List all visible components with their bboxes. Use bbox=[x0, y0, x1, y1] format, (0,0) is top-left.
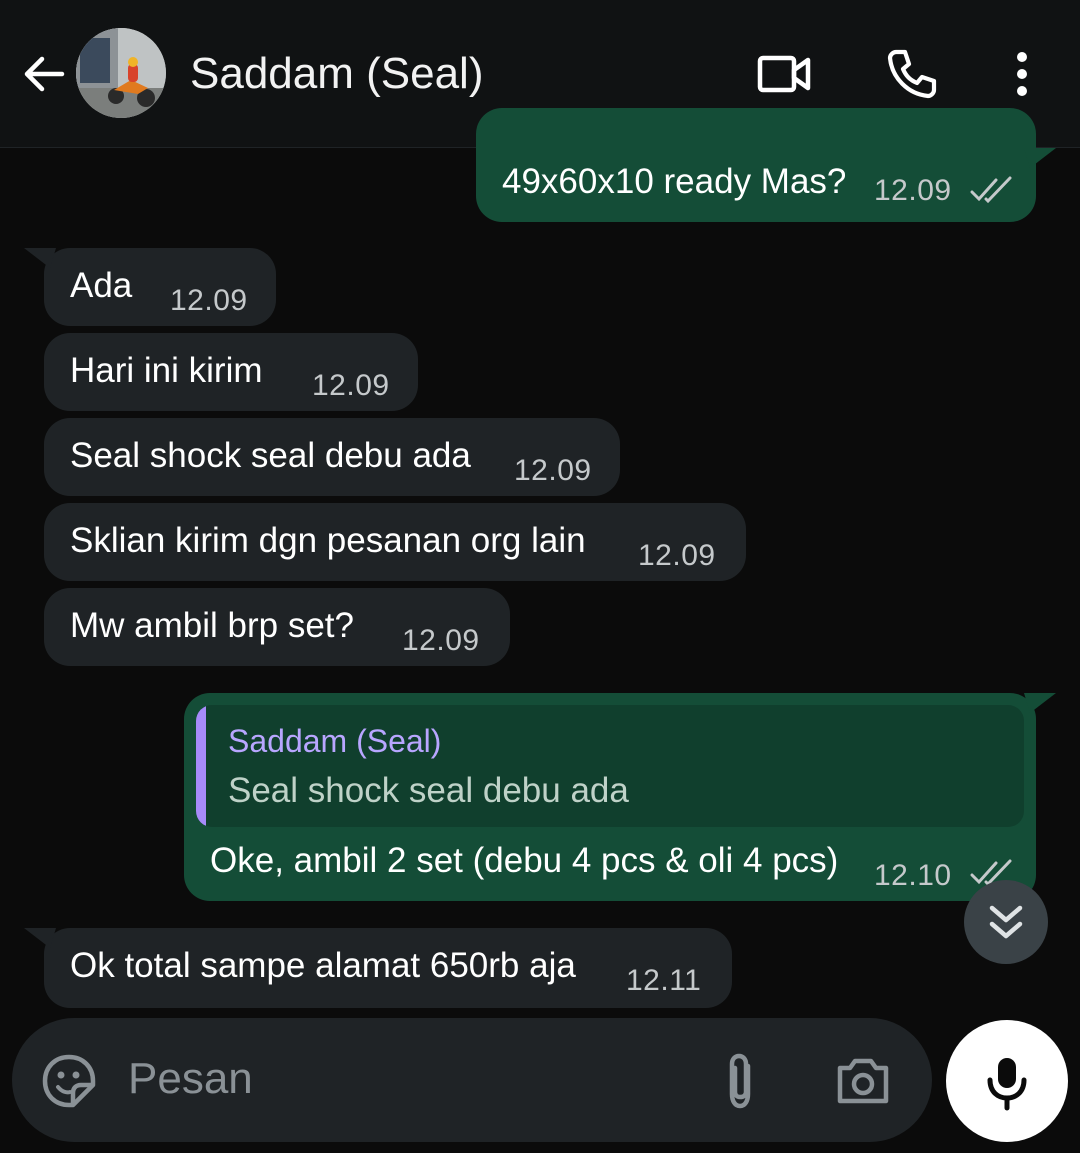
video-call-icon[interactable] bbox=[754, 44, 814, 104]
message-text: 49x60x10 ready Mas? bbox=[502, 162, 847, 201]
message-time: 12.11 bbox=[626, 964, 702, 997]
message-bubble-outgoing-reply[interactable]: Saddam (Seal) Seal shock seal debu ada O… bbox=[184, 693, 1056, 901]
quote-accent-bar bbox=[196, 705, 206, 827]
back-arrow-icon[interactable] bbox=[18, 48, 70, 100]
message-text: Oke, ambil 2 set (debu 4 pcs & oli 4 pcs… bbox=[210, 841, 839, 880]
message-text: Sklian kirim dgn pesanan org lain bbox=[70, 521, 586, 560]
message-bubble-incoming[interactable]: Hari ini kirim 12.09 bbox=[44, 333, 418, 411]
message-time: 12.09 bbox=[874, 174, 952, 207]
message-bubble-incoming[interactable]: Sklian kirim dgn pesanan org lain 12.09 bbox=[44, 503, 746, 581]
message-time: 12.09 bbox=[514, 454, 592, 487]
voice-record-button[interactable] bbox=[946, 1020, 1068, 1142]
message-time: 12.09 bbox=[312, 369, 390, 402]
message-time: 12.09 bbox=[402, 624, 480, 657]
message-bubble-incoming[interactable]: Ok total sampe alamat 650rb aja 12.11 bbox=[24, 928, 732, 1008]
message-list[interactable]: 49x60x10 ready Mas? 12.09 Ada 12.09 Hari… bbox=[0, 108, 1080, 1018]
message-text: Seal shock seal debu ada bbox=[70, 436, 471, 475]
message-time: 12.09 bbox=[170, 284, 248, 317]
scroll-to-bottom-button[interactable] bbox=[964, 880, 1048, 964]
mic-icon bbox=[987, 1058, 1027, 1111]
double-check-icon bbox=[970, 176, 1012, 204]
camera-icon[interactable] bbox=[834, 1052, 892, 1108]
message-bubble-incoming[interactable]: Seal shock seal debu ada 12.09 bbox=[44, 418, 620, 496]
message-text: Ada bbox=[70, 266, 133, 305]
message-time: 12.09 bbox=[638, 539, 716, 572]
message-input-bar[interactable]: Pesan bbox=[12, 1018, 932, 1142]
contact-name[interactable]: Saddam (Seal) bbox=[190, 44, 483, 104]
sticker-icon[interactable] bbox=[40, 1052, 98, 1110]
message-bubble-incoming[interactable]: Mw ambil brp set? 12.09 bbox=[44, 588, 510, 666]
more-vert-icon[interactable] bbox=[992, 44, 1052, 104]
message-bubble-incoming[interactable]: Ada 12.09 bbox=[24, 248, 276, 326]
attach-icon[interactable] bbox=[716, 1050, 764, 1112]
message-time: 12.10 bbox=[874, 859, 952, 892]
message-text: Ok total sampe alamat 650rb aja bbox=[70, 946, 576, 985]
quoted-message[interactable]: Saddam (Seal) Seal shock seal debu ada bbox=[196, 705, 1024, 827]
quoted-text: Seal shock seal debu ada bbox=[228, 771, 629, 810]
double-chevron-down-icon bbox=[989, 905, 1023, 939]
message-input[interactable]: Pesan bbox=[128, 1054, 253, 1104]
voice-call-icon[interactable] bbox=[882, 44, 942, 104]
message-text: Mw ambil brp set? bbox=[70, 606, 354, 645]
message-text: Hari ini kirim bbox=[70, 351, 263, 390]
contact-avatar[interactable] bbox=[76, 28, 166, 118]
quoted-sender: Saddam (Seal) bbox=[228, 723, 442, 759]
message-bubble-outgoing[interactable]: 49x60x10 ready Mas? 12.09 bbox=[476, 108, 1056, 222]
